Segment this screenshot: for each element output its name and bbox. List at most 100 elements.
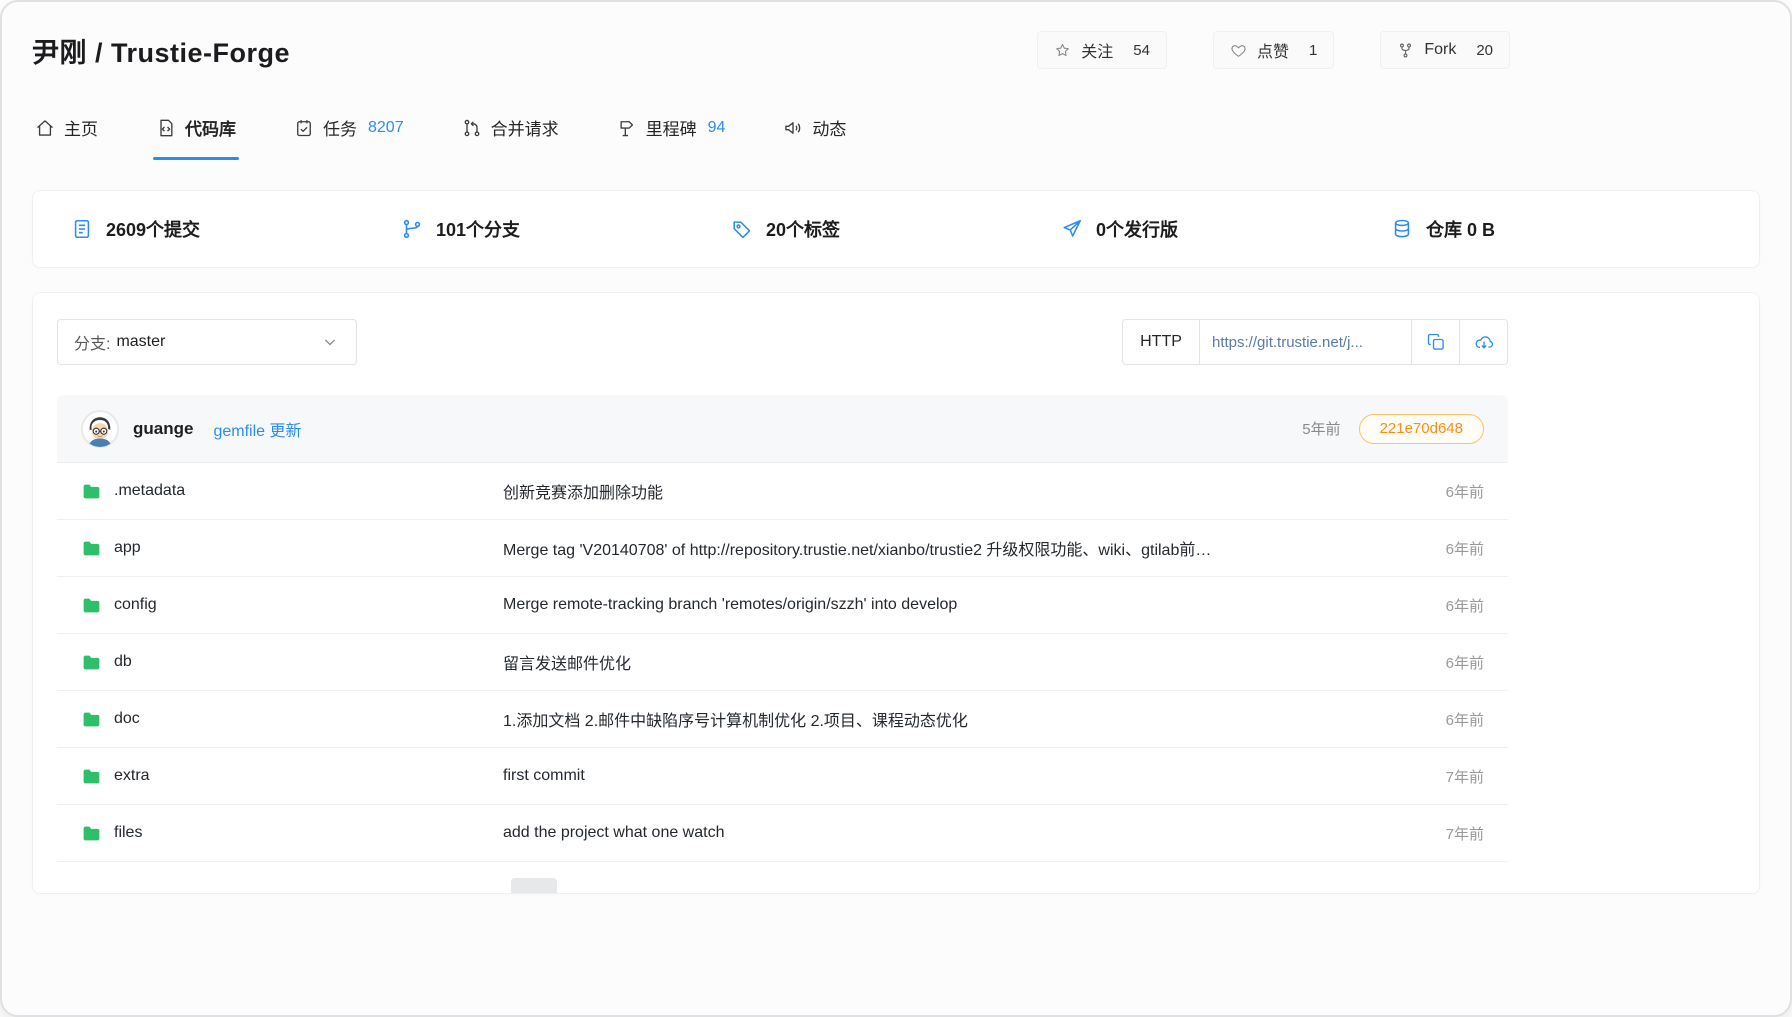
file-commit-time: 6年前 <box>1446 652 1484 673</box>
clone-protocol-button[interactable]: HTTP <box>1123 320 1199 364</box>
stat-repo-size[interactable]: 仓库 0 B <box>1391 216 1495 242</box>
star-icon <box>1054 42 1071 59</box>
header-actions: 关注 54 点赞 1 Fork 20 <box>1037 31 1510 69</box>
database-icon <box>1391 218 1413 240</box>
milestone-icon <box>617 118 637 138</box>
tab-pulls-label: 合并请求 <box>491 115 559 140</box>
folder-icon <box>81 709 102 730</box>
avatar-image <box>82 411 118 447</box>
tab-code[interactable]: 代码库 <box>153 115 239 164</box>
file-commit-message[interactable]: 1.添加文档 2.邮件中缺陷序号计算机制优化 2.项目、课程动态优化 <box>503 707 1422 731</box>
merge-request-icon <box>462 118 482 138</box>
table-row: doc 1.添加文档 2.邮件中缺陷序号计算机制优化 2.项目、课程动态优化 6… <box>57 691 1508 748</box>
stat-branches[interactable]: 101个分支 <box>401 216 731 242</box>
fork-count: 20 <box>1476 42 1493 59</box>
tab-milestones-badge: 94 <box>708 119 726 137</box>
stat-commits[interactable]: 2609个提交 <box>71 216 401 242</box>
file-name-cell[interactable]: files <box>81 823 503 844</box>
branch-icon <box>401 218 423 240</box>
file-name-cell[interactable]: extra <box>81 766 503 787</box>
file-commit-time: 6年前 <box>1446 709 1484 730</box>
branch-selector-label: 分支: <box>74 330 110 354</box>
repo-stats-bar: 2609个提交 101个分支 20个标签 0个发行版 仓库 0 B <box>32 190 1760 268</box>
watch-label: 关注 <box>1081 38 1113 62</box>
clone-url-input[interactable]: https://git.trustie.net/j... <box>1199 320 1411 364</box>
heart-icon <box>1230 42 1247 59</box>
file-name-cell[interactable]: db <box>81 652 503 673</box>
tab-milestones[interactable]: 里程碑 94 <box>614 115 729 164</box>
praise-count: 1 <box>1309 42 1317 59</box>
file-commit-time: 6年前 <box>1446 538 1484 559</box>
stat-commits-label: 2609个提交 <box>106 216 200 242</box>
watch-button[interactable]: 关注 54 <box>1037 31 1167 69</box>
file-name-cell[interactable]: .metadata <box>81 481 503 502</box>
folder-icon <box>81 823 102 844</box>
file-commit-time: 6年前 <box>1446 595 1484 616</box>
table-row: app Merge tag 'V20140708' of http://repo… <box>57 520 1508 577</box>
file-name: doc <box>114 710 140 728</box>
fork-button[interactable]: Fork 20 <box>1380 31 1510 69</box>
app-window: 尹刚 / Trustie-Forge 关注 54 点赞 1 Fork 20 主页 <box>0 0 1792 1017</box>
file-commit-message[interactable]: first commit <box>503 767 1422 785</box>
praise-label: 点赞 <box>1257 38 1289 62</box>
commit-message-link[interactable]: gemfile 更新 <box>213 417 301 441</box>
avatar[interactable] <box>81 410 119 448</box>
table-row: extra first commit 7年前 <box>57 748 1508 805</box>
table-row-clipped <box>57 862 1508 894</box>
folder-icon <box>81 538 102 559</box>
fork-label: Fork <box>1424 41 1456 59</box>
file-commit-message[interactable]: Merge tag 'V20140708' of http://reposito… <box>503 536 1422 560</box>
activity-icon <box>783 118 803 138</box>
file-browser-card: 分支: master HTTP https://git.trustie.net/… <box>32 292 1760 894</box>
page-title: 尹刚 / Trustie-Forge <box>32 31 290 70</box>
commit-hash-badge[interactable]: 221e70d648 <box>1359 414 1484 444</box>
commit-author[interactable]: guange <box>133 419 193 439</box>
file-name-cell[interactable]: app <box>81 538 503 559</box>
repo-toolbar: 分支: master HTTP https://git.trustie.net/… <box>57 319 1508 365</box>
file-commit-time: 6年前 <box>1446 481 1484 502</box>
stat-releases[interactable]: 0个发行版 <box>1061 216 1391 242</box>
latest-commit-row: guange gemfile 更新 5年前 221e70d648 <box>57 395 1508 463</box>
file-commit-message[interactable]: 创新竞赛添加删除功能 <box>503 479 1422 503</box>
file-name: app <box>114 539 141 557</box>
file-name: extra <box>114 767 150 785</box>
task-icon <box>294 118 314 138</box>
fork-icon <box>1397 42 1414 59</box>
tab-issues[interactable]: 任务 8207 <box>291 115 407 164</box>
file-name: files <box>114 824 142 842</box>
clipped-content-placeholder <box>511 878 557 895</box>
file-commit-message[interactable]: add the project what one watch <box>503 824 1422 842</box>
stat-tags[interactable]: 20个标签 <box>731 216 1061 242</box>
tab-issues-label: 任务 <box>323 115 357 140</box>
tab-home[interactable]: 主页 <box>32 115 101 164</box>
folder-icon <box>81 652 102 673</box>
tab-activity[interactable]: 动态 <box>780 115 849 164</box>
file-commit-time: 7年前 <box>1446 766 1484 787</box>
commits-icon <box>71 218 93 240</box>
file-commit-time: 7年前 <box>1446 823 1484 844</box>
file-name: config <box>114 596 157 614</box>
repo-header: 尹刚 / Trustie-Forge 关注 54 点赞 1 Fork 20 <box>2 2 1790 80</box>
code-repo-icon <box>156 118 176 138</box>
watch-count: 54 <box>1133 42 1150 59</box>
file-commit-message[interactable]: 留言发送邮件优化 <box>503 650 1422 674</box>
file-name-cell[interactable]: doc <box>81 709 503 730</box>
tab-issues-badge: 8207 <box>368 119 404 137</box>
folder-icon <box>81 766 102 787</box>
tab-home-label: 主页 <box>64 115 98 140</box>
tag-icon <box>731 218 753 240</box>
file-name: db <box>114 653 132 671</box>
file-name: .metadata <box>114 482 185 500</box>
file-name-cell[interactable]: config <box>81 595 503 616</box>
tab-activity-label: 动态 <box>812 115 846 140</box>
branch-selector[interactable]: 分支: master <box>57 319 357 365</box>
file-commit-message[interactable]: Merge remote-tracking branch 'remotes/or… <box>503 596 1422 614</box>
download-button[interactable] <box>1459 320 1507 364</box>
copy-url-button[interactable] <box>1411 320 1459 364</box>
stat-tags-label: 20个标签 <box>766 216 840 242</box>
stat-releases-label: 0个发行版 <box>1096 216 1178 242</box>
stat-branches-label: 101个分支 <box>436 216 520 242</box>
tab-pulls[interactable]: 合并请求 <box>459 115 562 164</box>
folder-icon <box>81 595 102 616</box>
praise-button[interactable]: 点赞 1 <box>1213 31 1334 69</box>
